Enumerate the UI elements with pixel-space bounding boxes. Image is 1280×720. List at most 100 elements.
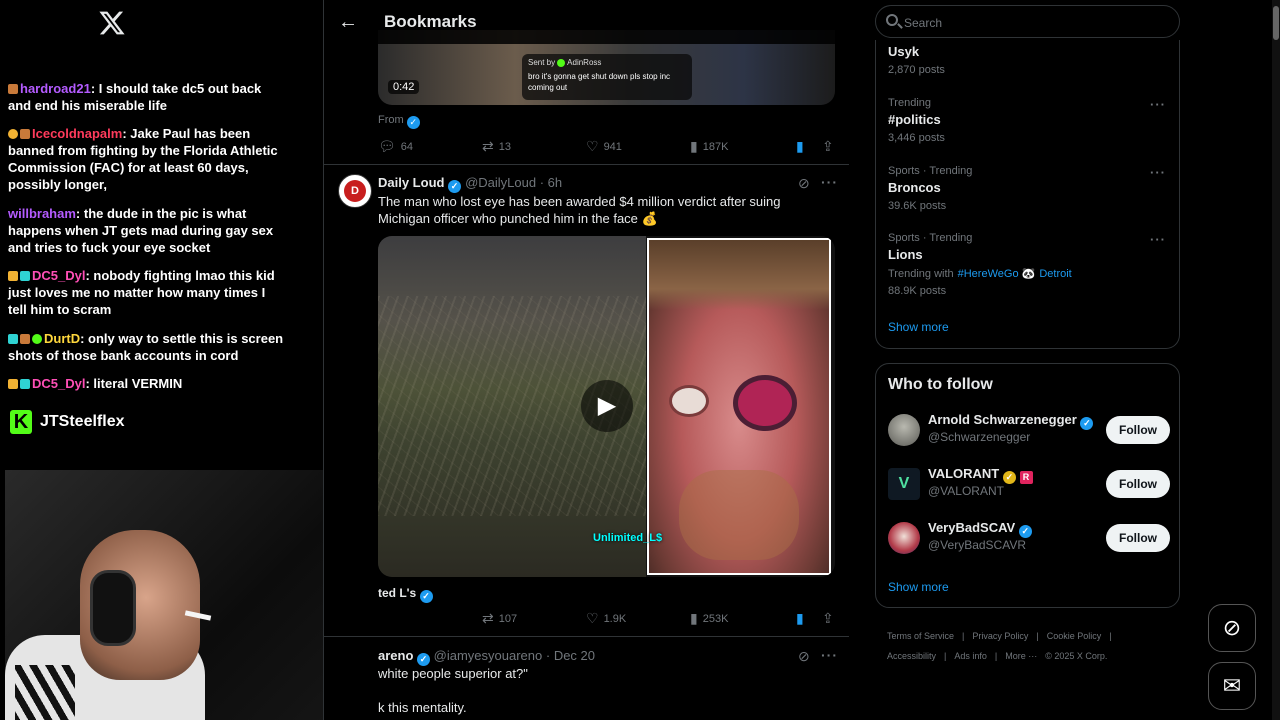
verified-icon: ✓ — [1018, 525, 1032, 538]
dm-screenshot: Sent by AdinRoss bro it's gonna get shut… — [522, 54, 692, 100]
video-watermark: Unlimited_L$ — [593, 532, 663, 544]
more-options-icon[interactable]: ··· — [821, 174, 838, 190]
video-eye-right — [733, 375, 797, 431]
scrollbar[interactable] — [1272, 0, 1280, 720]
repost-button[interactable]: ⇄ 13 — [482, 138, 511, 155]
video-duration: 0:42 — [388, 80, 420, 94]
show-more-link[interactable]: Show more — [888, 580, 949, 594]
footer-link[interactable]: Cookie Policy — [1047, 631, 1102, 641]
account-name[interactable]: VeryBadSCAV ✓ — [928, 520, 1032, 538]
divider — [324, 636, 849, 637]
reply-icon: 💬︎ — [378, 138, 396, 154]
headphones-icon — [90, 570, 136, 646]
footer-sep: | — [944, 651, 947, 661]
kick-logo-icon: K — [10, 410, 32, 434]
trending-with: Trending with #HereWeGo 🐼 Detroit — [888, 267, 1168, 280]
messages-button[interactable]: ✉ — [1208, 662, 1256, 710]
trend-item[interactable]: Sports · Trending Broncos 39.6K posts ··… — [888, 165, 1168, 212]
avatar-letter: D — [344, 180, 366, 202]
verified-icon: ✓ — [417, 653, 431, 666]
footer-sep: | — [994, 651, 998, 661]
grok-icon: ⊘ — [1222, 615, 1242, 640]
copyright: © 2025 X Corp. — [1045, 651, 1108, 661]
account-name[interactable]: Arnold Schwarzenegger ✓ — [928, 412, 1094, 430]
share-button[interactable]: ⇪ — [822, 138, 834, 155]
verified-gold-icon: ✓ — [1002, 471, 1016, 484]
footer-sep: | — [1109, 631, 1112, 641]
footer-link[interactable]: Terms of Service — [887, 631, 954, 641]
chat-message: hardroad21: I should take dc5 out back a… — [8, 80, 284, 114]
like-button[interactable]: ♡ 1.9K — [586, 610, 626, 627]
search-input[interactable] — [902, 13, 1166, 33]
emoji-icon: 🐼 — [1021, 268, 1036, 280]
back-arrow-icon[interactable]: ← — [338, 11, 360, 33]
trend-name: Lions — [888, 247, 923, 262]
trend-name: Usyk — [888, 44, 920, 59]
tweet-time[interactable]: · 6h — [540, 175, 562, 190]
play-icon[interactable]: ▶ — [581, 380, 633, 432]
tweet-video[interactable]: ▶ Unlimited_L$ — [378, 236, 835, 577]
chat-text: : literal VERMIN — [85, 376, 183, 391]
trend-item[interactable]: Sports · Trending Lions Trending with #He… — [888, 232, 1168, 297]
follow-button[interactable]: Follow — [1106, 524, 1170, 552]
tweet-text: white people superior at?" — [378, 666, 528, 681]
tweet-author[interactable]: Daily Loud ✓ @DailyLoud · 6h — [378, 175, 562, 193]
follow-suggestion[interactable]: Arnold Schwarzenegger ✓ @Schwarzenegger … — [888, 412, 1170, 452]
streamer-brand: K JTSteelflex — [10, 408, 124, 436]
more-options-icon[interactable]: ··· — [1150, 165, 1166, 180]
chat-username: DurtD — [44, 331, 81, 346]
account-handle: @VeryBadSCAVR — [928, 538, 1026, 552]
follow-button[interactable]: Follow — [1106, 416, 1170, 444]
avatar[interactable]: V — [888, 468, 920, 500]
trending-with-label: Trending with — [888, 268, 954, 280]
tweet-text: k this mentality. — [378, 700, 467, 715]
grok-icon[interactable]: ⊘ — [798, 648, 810, 665]
reply-button[interactable]: 💬︎ 64 — [378, 138, 413, 155]
share-button[interactable]: ⇪ — [822, 610, 834, 627]
grok-button[interactable]: ⊘ — [1208, 604, 1256, 652]
views-button[interactable]: ▮ 253K — [690, 610, 728, 627]
x-logo-icon[interactable] — [98, 8, 126, 38]
tweet-time[interactable]: · Dec 20 — [546, 648, 595, 663]
trend-tag-link[interactable]: Detroit — [1039, 268, 1071, 280]
avatar[interactable] — [888, 414, 920, 446]
reply-count: 64 — [400, 140, 414, 153]
more-options-icon[interactable]: ··· — [1150, 97, 1166, 112]
more-options-icon[interactable]: ··· — [1150, 232, 1166, 247]
scrollbar-thumb[interactable] — [1273, 6, 1279, 40]
tweet-author[interactable]: areno ✓ @iamyesyouareno · Dec 20 — [378, 648, 595, 666]
trend-tag-link[interactable]: #HereWeGo — [958, 268, 1019, 280]
search-box[interactable] — [875, 5, 1180, 38]
footer-link[interactable]: Ads info — [954, 651, 987, 661]
handle-text: @DailyLoud — [465, 175, 537, 190]
footer-link[interactable]: Accessibility — [887, 651, 936, 661]
trend-item[interactable]: Trending #politics 3,446 posts ··· — [888, 97, 1168, 144]
avatar[interactable]: D — [338, 174, 372, 208]
bookmark-button[interactable]: ▮ — [796, 610, 804, 627]
avatar[interactable] — [888, 522, 920, 554]
more-link[interactable]: More ··· — [1005, 651, 1037, 661]
like-button[interactable]: ♡ 941 — [586, 138, 622, 155]
bookmark-button[interactable]: ▮ — [796, 138, 804, 155]
author-name[interactable]: areno — [378, 648, 413, 663]
badge-icon — [8, 129, 18, 139]
footer-sep: | — [962, 631, 965, 641]
trend-meta: Sports · Trending — [888, 232, 973, 244]
views-button[interactable]: ▮ 187K — [690, 138, 728, 155]
more-options-icon[interactable]: ··· — [821, 647, 838, 663]
grok-icon[interactable]: ⊘ — [798, 175, 810, 192]
affiliate-badge-icon: R — [1019, 471, 1033, 484]
views-count: 187K — [702, 140, 729, 153]
repost-button[interactable]: ⇄ 107 — [482, 610, 517, 627]
follow-suggestion[interactable]: VeryBadSCAV ✓ @VeryBadSCAVR Follow — [888, 520, 1170, 560]
webcam-stripes — [15, 665, 75, 720]
show-more-link[interactable]: Show more — [888, 320, 949, 334]
account-name[interactable]: VALORANT ✓ R — [928, 466, 1033, 484]
footer-link[interactable]: Privacy Policy — [972, 631, 1028, 641]
trend-item[interactable]: Usyk 2,870 posts — [888, 44, 1168, 76]
chat-message: Icecoldnapalm: Jake Paul has been banned… — [8, 125, 284, 193]
follow-suggestion[interactable]: V VALORANT ✓ R @VALORANT Follow — [888, 466, 1170, 506]
quote-author[interactable]: ted L's ✓ — [378, 586, 433, 603]
follow-button[interactable]: Follow — [1106, 470, 1170, 498]
author-name[interactable]: Daily Loud — [378, 175, 444, 190]
